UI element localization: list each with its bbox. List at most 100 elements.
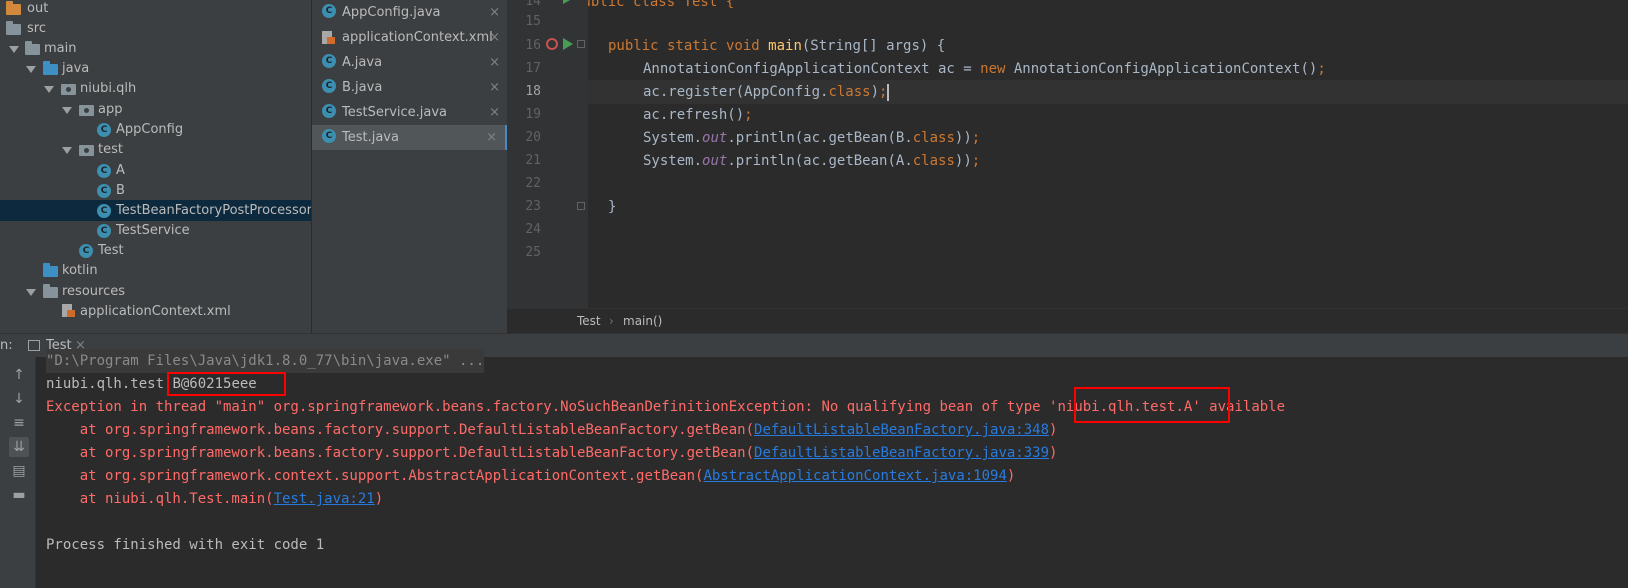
- breadcrumb-class[interactable]: Test: [577, 309, 601, 334]
- fold-icon[interactable]: [577, 202, 585, 210]
- chevron-down-icon[interactable]: [9, 46, 19, 53]
- tree-item-label: test: [98, 142, 123, 157]
- tree-item-main[interactable]: main: [0, 38, 311, 59]
- tab-b-java[interactable]: C B.java ×: [312, 75, 508, 100]
- code-text: AnnotationConfigApplicationContext(): [1005, 61, 1318, 77]
- tree-item-out[interactable]: out: [0, 0, 311, 19]
- scroll-to-end-icon[interactable]: ⇊: [9, 437, 29, 457]
- console-text: at niubi.qlh.Test.main(: [46, 491, 274, 507]
- close-icon[interactable]: ×: [489, 100, 500, 125]
- tree-item-appconfig[interactable]: C AppConfig: [0, 119, 311, 140]
- code-semicolon: ;: [1317, 61, 1326, 77]
- line-number: 22: [525, 176, 541, 191]
- tab-a-java[interactable]: C A.java ×: [312, 50, 508, 75]
- stack-trace-line: at org.springframework.beans.factory.sup…: [46, 441, 1058, 465]
- tree-item-label: AppConfig: [116, 122, 184, 137]
- folder-orange-icon: [6, 1, 22, 15]
- tree-item-kotlin[interactable]: kotlin: [0, 260, 311, 281]
- code-keyword: class: [912, 153, 955, 169]
- close-icon[interactable]: ×: [489, 75, 500, 100]
- chevron-down-icon[interactable]: [62, 107, 72, 114]
- tree-item-applicationcontext-xml[interactable]: applicationContext.xml: [0, 301, 311, 322]
- source-link[interactable]: AbstractApplicationContext.java:1094: [703, 468, 1006, 484]
- breadcrumb-method[interactable]: main(): [623, 309, 662, 334]
- chevron-down-icon[interactable]: [44, 86, 54, 93]
- xml-file-icon: [322, 31, 335, 44]
- close-icon[interactable]: ×: [489, 0, 500, 25]
- package-icon: [61, 81, 77, 95]
- tab-label: TestService.java: [342, 105, 448, 120]
- run-panel-prefix: n:: [0, 338, 13, 353]
- trash-icon[interactable]: ▬: [9, 485, 29, 505]
- tab-testservice-java[interactable]: C TestService.java ×: [312, 100, 508, 125]
- tree-item-b[interactable]: C B: [0, 180, 311, 201]
- class-icon: C: [97, 164, 111, 178]
- class-icon: C: [97, 224, 111, 238]
- print-icon[interactable]: ▤: [9, 461, 29, 481]
- tree-item-testservice[interactable]: C TestService: [0, 220, 311, 241]
- tab-label: Test.java: [342, 130, 399, 145]
- code-editor[interactable]: public class Test { public static void m…: [588, 0, 1628, 308]
- line-number: 24: [525, 222, 541, 237]
- line-number: 15: [525, 14, 541, 29]
- stack-trace-line: at org.springframework.context.support.A…: [46, 464, 1016, 488]
- console-icon: [28, 340, 40, 351]
- tree-item-app[interactable]: app: [0, 99, 311, 120]
- tree-item-niubi-qlh[interactable]: niubi.qlh: [0, 78, 311, 99]
- package-icon: [79, 102, 95, 116]
- tree-item-src[interactable]: src: [0, 18, 311, 39]
- arrow-up-icon[interactable]: ↑: [9, 365, 29, 385]
- tree-item-label: A: [116, 163, 125, 178]
- tree-item-label: B: [116, 183, 125, 198]
- tree-item-label: Test: [98, 243, 124, 258]
- editor-gutter: 14 15 16 17 18 19 20 21 22 23 24 25: [507, 0, 588, 308]
- code-text: .println(ac.getBean(A.: [727, 153, 913, 169]
- source-link[interactable]: DefaultListableBeanFactory.java:339: [754, 445, 1049, 461]
- tab-test-java[interactable]: C Test.java ×: [312, 125, 508, 150]
- tab-appconfig-java[interactable]: C AppConfig.java ×: [312, 0, 508, 25]
- tab-applicationcontext-xml[interactable]: applicationContext.xml ×: [312, 25, 508, 50]
- tree-item-label: TestBeanFactoryPostProcessor: [116, 203, 311, 218]
- folder-blue-icon: [43, 61, 59, 75]
- source-link[interactable]: Test.java:21: [274, 491, 375, 507]
- close-icon[interactable]: ×: [486, 125, 497, 150]
- code-static-field: out: [702, 130, 728, 146]
- code-text: .println(ac.getBean(B.: [727, 130, 913, 146]
- code-line-17: AnnotationConfigApplicationContext ac = …: [643, 57, 1326, 81]
- tree-item-label: resources: [62, 284, 126, 299]
- chevron-down-icon[interactable]: [26, 66, 36, 73]
- package-icon: [79, 142, 95, 156]
- run-icon[interactable]: [563, 0, 572, 4]
- console-exit-line: Process finished with exit code 1: [46, 537, 325, 553]
- chevron-down-icon[interactable]: [26, 289, 36, 296]
- tree-item-java[interactable]: java: [0, 58, 311, 79]
- highlight-box: [1074, 387, 1230, 423]
- chevron-down-icon[interactable]: [62, 147, 72, 154]
- fold-icon[interactable]: [577, 40, 585, 48]
- stack-trace-line: at niubi.qlh.Test.main(Test.java:21): [46, 487, 383, 511]
- arrow-down-icon[interactable]: ↓: [9, 389, 29, 409]
- tree-item-a[interactable]: C A: [0, 160, 311, 181]
- code-text: }: [608, 199, 617, 215]
- soft-wrap-icon[interactable]: ≡: [9, 413, 29, 433]
- tree-item-testbeanfactorypostprocessor[interactable]: C TestBeanFactoryPostProcessor: [0, 200, 311, 221]
- code-semicolon: ;: [879, 84, 888, 100]
- code-semicolon: ;: [971, 153, 981, 169]
- code-method: main: [768, 38, 802, 54]
- tree-item-test-class[interactable]: C Test: [0, 240, 311, 261]
- source-link[interactable]: DefaultListableBeanFactory.java:348: [754, 422, 1049, 438]
- code-keyword: new: [980, 61, 1006, 77]
- class-icon: C: [322, 54, 336, 68]
- class-icon: C: [97, 184, 111, 198]
- close-icon[interactable]: ×: [489, 50, 500, 75]
- run-icon[interactable]: [563, 38, 573, 50]
- console-output[interactable]: "D:\Program Files\Java\jdk1.8.0_77\bin\j…: [36, 349, 1628, 588]
- tree-item-label: main: [44, 41, 77, 56]
- tree-item-test-package[interactable]: test: [0, 139, 311, 160]
- console-text: at org.springframework.beans.factory.sup…: [46, 422, 755, 438]
- close-icon[interactable]: ×: [489, 25, 500, 50]
- tree-item-resources[interactable]: resources: [0, 281, 311, 302]
- annotation-marker-icon[interactable]: [546, 38, 558, 50]
- code-semicolon: ;: [971, 130, 981, 146]
- code-text: public class Test {: [588, 0, 735, 10]
